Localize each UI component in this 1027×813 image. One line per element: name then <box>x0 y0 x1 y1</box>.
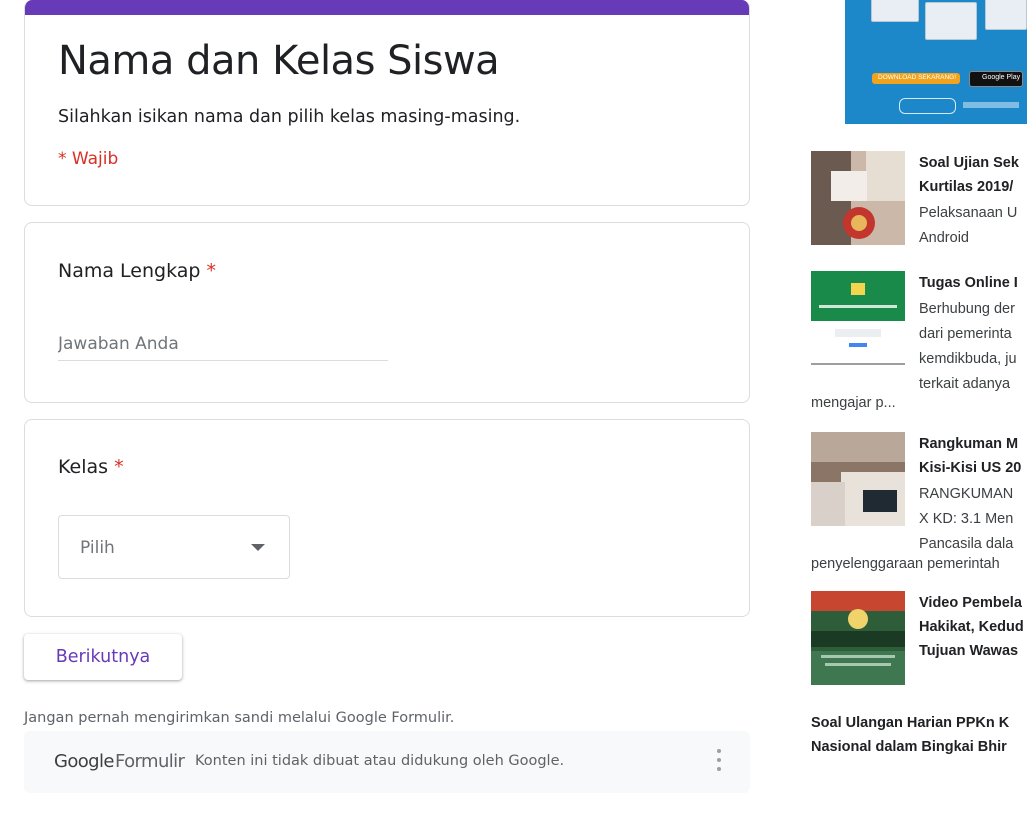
store-label: Google Play <box>982 74 1021 81</box>
snippet-line: terkait adanya <box>919 376 1011 392</box>
snippet-line: kemdikbuda, ju <box>919 351 1017 367</box>
post-title[interactable]: Soal Ujian Sek Kurtilas 2019/ <box>919 151 1027 199</box>
more-vert-icon[interactable] <box>716 749 722 775</box>
post-title-line[interactable]: Soal Ulangan Harian PPKn K <box>811 711 1009 735</box>
post-thumbnail[interactable] <box>811 432 905 526</box>
post-title-line[interactable]: Kisi-Kisi US 20 <box>919 456 1027 480</box>
forms-footer: Google Formulir Konten ini tidak dibuat … <box>24 731 750 793</box>
post-title-line[interactable]: Rangkuman M <box>919 432 1027 456</box>
question-title: Kelas * <box>58 456 124 478</box>
dropdown-value: Pilih <box>80 538 115 558</box>
question-title: Nama Lengkap * <box>58 260 216 282</box>
question-card-nama: Nama Lengkap * <box>24 222 750 403</box>
document-preview-icon <box>925 2 977 40</box>
document-preview-icon <box>985 0 1027 30</box>
question-label: Nama Lengkap <box>58 260 201 282</box>
question-card-kelas: Kelas * Pilih <box>24 419 750 617</box>
bottom-post-title[interactable]: Soal Ulangan Harian PPKn K Nasional dala… <box>811 711 1009 759</box>
post-title[interactable]: Tugas Online I <box>919 271 1027 295</box>
post-title-line[interactable]: Tujuan Wawas <box>919 639 1027 663</box>
snippet-line: RANGKUMAN <box>919 486 1014 502</box>
form-title: Nama dan Kelas Siswa <box>58 38 500 84</box>
snippet-line: Pelaksanaan U <box>919 205 1018 221</box>
download-button[interactable]: DOWNLOAD SEKARANG! <box>872 73 960 84</box>
post-snippet: Pelaksanaan U Android <box>919 201 1017 251</box>
snippet-line: Android <box>919 230 969 246</box>
snippet-tail: mengajar p... <box>811 395 896 411</box>
required-star: * <box>206 260 217 282</box>
forms-logo-text[interactable]: Formulir <box>115 751 185 772</box>
post-title[interactable]: Rangkuman M Kisi-Kisi US 20 <box>919 432 1027 480</box>
question-label: Kelas <box>58 456 109 478</box>
snippet-line: dari pemerinta <box>919 326 1012 342</box>
post-thumbnail[interactable] <box>811 151 905 245</box>
google-play-badge[interactable]: Google Play <box>969 71 1023 87</box>
required-note: * Wajib <box>58 149 119 169</box>
name-input[interactable] <box>58 328 388 361</box>
google-logo[interactable]: Google <box>54 751 114 772</box>
snippet-tail: penyelenggaraan pemerintah <box>811 556 1000 572</box>
post-title-line[interactable]: Nasional dalam Bingkai Bhir <box>811 735 1009 759</box>
class-dropdown[interactable]: Pilih <box>58 515 290 579</box>
post-title-line[interactable]: Video Pembela <box>919 591 1027 615</box>
post-title-line[interactable]: Kurtilas 2019/ <box>919 175 1027 199</box>
accent-bar <box>25 0 749 15</box>
required-star: * <box>114 456 124 478</box>
form-header-card: Nama dan Kelas Siswa Silahkan isikan nam… <box>24 0 750 206</box>
form-description: Silahkan isikan nama dan pilih kelas mas… <box>58 107 521 127</box>
chevron-down-icon <box>251 544 265 551</box>
post-snippet: RANGKUMAN X KD: 3.1 Men Pancasila dala <box>919 482 1013 557</box>
publisher-logo <box>899 98 956 114</box>
post-title-line[interactable]: Hakikat, Kedud <box>919 615 1027 639</box>
post-snippet: Berhubung der dari pemerinta kemdikbuda,… <box>919 297 1017 397</box>
post-thumbnail[interactable] <box>811 271 905 365</box>
disclaimer-text: Konten ini tidak dibuat atau didukung ol… <box>195 753 565 769</box>
ad-banner[interactable]: DOWNLOAD SEKARANG! Google Play <box>845 0 1027 124</box>
download-label: DOWNLOAD SEKARANG! <box>878 74 957 81</box>
publisher-logo <box>963 102 1019 108</box>
document-preview-icon <box>871 0 919 22</box>
post-title-line[interactable]: Soal Ujian Sek <box>919 151 1027 175</box>
post-thumbnail[interactable] <box>811 591 905 685</box>
post-title-line[interactable]: Tugas Online I <box>919 271 1027 295</box>
snippet-line: Pancasila dala <box>919 536 1014 552</box>
post-title[interactable]: Video Pembela Hakikat, Kedud Tujuan Wawa… <box>919 591 1027 663</box>
snippet-line: Berhubung der <box>919 301 1015 317</box>
next-button[interactable]: Berikutnya <box>24 634 182 680</box>
password-warning: Jangan pernah mengirimkan sandi melalui … <box>24 710 455 726</box>
snippet-line: X KD: 3.1 Men <box>919 511 1014 527</box>
